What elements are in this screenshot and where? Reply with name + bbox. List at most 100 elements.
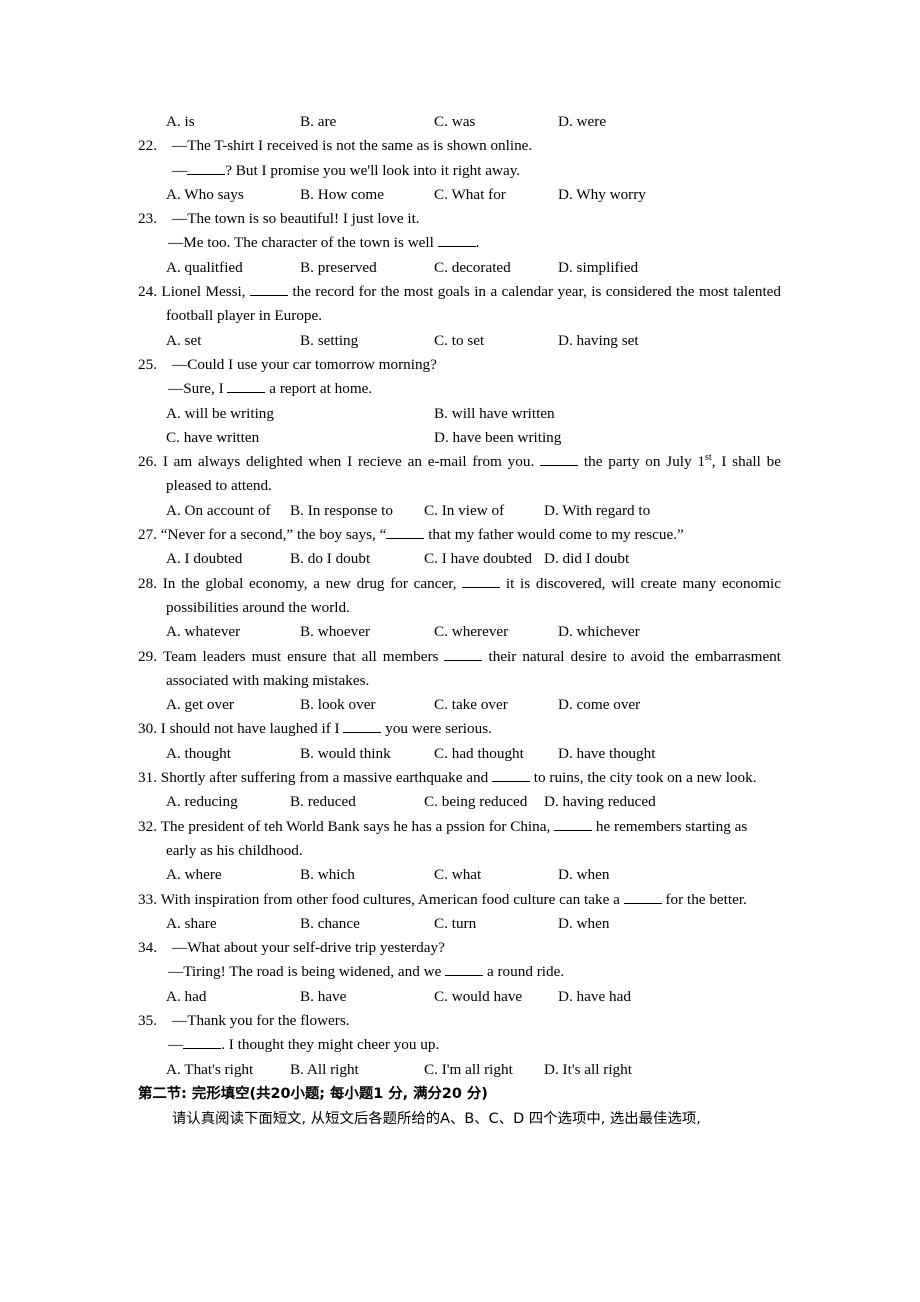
answer-blank bbox=[623, 890, 662, 904]
section-heading: 第二节: 完形填空(共20小题; 每小题1 分, 满分20 分) bbox=[138, 1085, 488, 1102]
question-stem-post: for the better. bbox=[661, 890, 747, 908]
option-c: C. being reduced bbox=[424, 793, 528, 811]
options-row-24: A. set B. setting C. to set D. having se… bbox=[138, 329, 781, 353]
option-b: B. setting bbox=[300, 331, 359, 349]
question-stem-pre: Lionel Messi, bbox=[161, 283, 251, 301]
options-row-31: A. reducing B. reduced C. being reduced … bbox=[138, 790, 781, 814]
options-row-22: A. Who says B. How come C. What for D. W… bbox=[138, 183, 781, 207]
question-number: 35. bbox=[138, 1011, 157, 1029]
question-line-1: —What about your self-drive trip yesterd… bbox=[172, 939, 445, 957]
option-c: C. to set bbox=[434, 331, 485, 349]
question-28: 28. In the global economy, a new drug fo… bbox=[138, 572, 781, 621]
option-b: B. preserved bbox=[300, 258, 377, 276]
option-d: D. With regard to bbox=[544, 501, 651, 519]
question-number: 26. bbox=[138, 453, 157, 471]
question-stem-post: to ruins, the city took on a new look. bbox=[529, 769, 757, 787]
question-stem-pre: With inspiration from other food culture… bbox=[160, 890, 624, 908]
option-a: A. On account of bbox=[166, 501, 271, 519]
answer-blank bbox=[187, 161, 226, 175]
option-d: D. have thought bbox=[558, 744, 656, 762]
question-26: 26. I am always delighted when I recieve… bbox=[138, 450, 781, 499]
options-row-27: A. I doubted B. do I doubt C. I have dou… bbox=[138, 547, 781, 571]
answer-blank bbox=[386, 525, 425, 540]
option-d: D. have been writing bbox=[434, 428, 562, 446]
option-d: D. were bbox=[558, 113, 607, 130]
answer-blank bbox=[554, 817, 593, 831]
question-33: 33. With inspiration from other food cul… bbox=[138, 888, 781, 912]
options-row-26: A. On account of B. In response to C. In… bbox=[138, 499, 781, 523]
options-row-33: A. share B. chance C. turn D. when bbox=[138, 912, 781, 936]
question-number: 23. bbox=[138, 210, 157, 228]
option-d: D. having reduced bbox=[544, 793, 656, 811]
option-b: B. reduced bbox=[290, 793, 356, 811]
question-line-1: —The T-shirt I received is not the same … bbox=[172, 137, 533, 155]
option-b: B. have bbox=[300, 987, 347, 1005]
question-30: 30. I should not have laughed if I you w… bbox=[138, 717, 781, 741]
question-stem-pre: The president of teh World Bank says he … bbox=[160, 817, 555, 835]
question-stem-post: you were serious. bbox=[381, 720, 492, 738]
question-line-2: —. I thought they might cheer you up. bbox=[168, 1035, 440, 1054]
question-number: 32. bbox=[138, 817, 157, 835]
answer-blank bbox=[540, 452, 579, 467]
question-line-1: —Thank you for the flowers. bbox=[172, 1011, 350, 1029]
document-page: A. is B. are C. was D. were 22. —The T-s… bbox=[0, 0, 920, 1302]
options-row-35: A. That's right B. All right C. I'm all … bbox=[138, 1058, 781, 1082]
question-number: 31. bbox=[138, 769, 157, 787]
question-number: 34. bbox=[138, 939, 157, 957]
options-row-32: A. where B. which C. what D. when bbox=[138, 863, 781, 887]
option-a: A. reducing bbox=[166, 793, 238, 811]
answer-blank bbox=[250, 282, 289, 297]
option-c: C. wherever bbox=[434, 623, 509, 641]
ordinal-suffix: st bbox=[705, 452, 712, 464]
question-stem-pre: Team leaders must ensure that all member… bbox=[163, 647, 445, 665]
question-number: 33. bbox=[138, 890, 157, 908]
option-d: D. Why worry bbox=[558, 185, 646, 203]
option-d: D. having set bbox=[558, 331, 639, 349]
option-d: D. have had bbox=[558, 987, 631, 1005]
option-b: B. All right bbox=[290, 1060, 359, 1078]
options-row-23: A. qualitfied B. preserved C. decorated … bbox=[138, 256, 781, 280]
option-a: A. thought bbox=[166, 744, 231, 762]
option-c: C. decorated bbox=[434, 258, 511, 276]
question-29: 29. Team leaders must ensure that all me… bbox=[138, 645, 781, 694]
question-number: 25. bbox=[138, 355, 157, 373]
option-b: B. which bbox=[300, 866, 355, 884]
question-line-1: —The town is so beautiful! I just love i… bbox=[172, 210, 420, 228]
option-b: B. would think bbox=[300, 744, 391, 762]
option-d: D. did I doubt bbox=[544, 550, 630, 568]
answer-blank bbox=[227, 379, 266, 394]
question-number: 22. bbox=[138, 137, 157, 155]
question-number: 30. bbox=[138, 720, 157, 738]
option-c: C. was bbox=[434, 113, 476, 130]
option-a: A. share bbox=[166, 914, 217, 932]
question-line-2: —Me too. The character of the town is we… bbox=[168, 234, 480, 252]
option-c: C. What for bbox=[434, 185, 506, 203]
option-b: B. look over bbox=[300, 696, 376, 714]
question-24: 24. Lionel Messi, the record for the mos… bbox=[138, 280, 781, 329]
option-a: A. I doubted bbox=[166, 550, 243, 568]
option-a: A. That's right bbox=[166, 1060, 254, 1078]
answer-blank bbox=[183, 1035, 222, 1050]
question-31: 31. Shortly after suffering from a massi… bbox=[138, 766, 781, 790]
answer-blank bbox=[437, 234, 476, 248]
option-c: C. I have doubted bbox=[424, 550, 532, 568]
option-d: D. when bbox=[558, 866, 610, 884]
option-b: B. will have written bbox=[434, 404, 555, 422]
question-25: 25. —Could I use your car tomorrow morni… bbox=[138, 353, 781, 402]
option-b: B. are bbox=[300, 113, 337, 130]
option-a: A. set bbox=[166, 331, 202, 349]
option-b: B. How come bbox=[300, 185, 384, 203]
option-d: D. when bbox=[558, 914, 610, 932]
question-number: 29. bbox=[138, 647, 157, 665]
text-column: A. is B. are C. was D. were 22. —The T-s… bbox=[138, 110, 781, 1132]
option-d: D. come over bbox=[558, 696, 641, 714]
option-d: D. whichever bbox=[558, 623, 640, 641]
question-35: 35. —Thank you for the flowers. —. I tho… bbox=[138, 1009, 781, 1058]
option-a: A. whatever bbox=[166, 623, 241, 641]
answer-blank bbox=[491, 768, 530, 783]
options-row-34: A. had B. have C. would have D. have had bbox=[138, 985, 781, 1009]
option-c: C. would have bbox=[434, 987, 523, 1005]
option-d: D. It's all right bbox=[544, 1060, 632, 1078]
question-22: 22. —The T-shirt I received is not the s… bbox=[138, 134, 781, 183]
question-stem-pre: I am always delighted when I recieve an … bbox=[162, 453, 541, 471]
